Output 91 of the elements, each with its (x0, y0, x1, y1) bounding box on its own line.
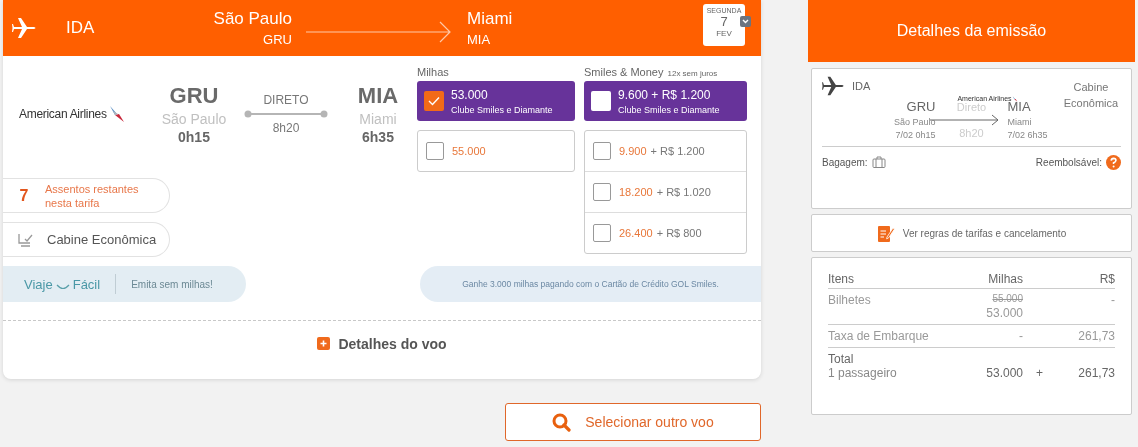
brand-text: Viaje (24, 276, 53, 292)
city-name: São Paulo (161, 111, 227, 128)
origin-code: GRU (263, 32, 292, 47)
checkbox[interactable] (593, 183, 611, 201)
plane-icon (12, 16, 38, 40)
cabin-label: Cabine Econômica (47, 232, 157, 248)
caret-icon (740, 16, 751, 27)
checkbox[interactable] (426, 142, 444, 160)
checkbox[interactable] (593, 142, 611, 160)
total-miles: 53.000 (985, 366, 1023, 380)
plane-icon (822, 75, 846, 97)
miles-value: 53.000 (451, 87, 489, 102)
search-icon (552, 412, 572, 432)
fare-price: 9.600 + R$ 1.200 (618, 87, 712, 102)
miles-value: 26.400 (619, 227, 653, 239)
fare-option[interactable]: 55.000 (418, 131, 574, 171)
origin-city: São Paulo (213, 9, 292, 29)
month-label: FEV (716, 29, 732, 38)
cabin-label: Cabine Econômica (1062, 80, 1120, 111)
seat-icon (17, 232, 33, 247)
airport-code: MIA (357, 83, 399, 110)
destination-city: Miami (467, 9, 513, 29)
promo-text: Emita sem milhas! (131, 278, 213, 290)
money-value: + R$ 1.200 (650, 145, 705, 157)
fare-option[interactable]: 53.000 Clube Smiles e Diamante (417, 81, 575, 121)
city-name: Miami (359, 111, 397, 128)
column-header: Itens (828, 272, 855, 286)
table-cell-text: Bilhetes (828, 293, 872, 307)
airport-code: GRU (169, 83, 219, 110)
miles-value: 18.200 (619, 186, 653, 198)
destination-code: MIA (467, 32, 492, 47)
installments-note: 12x sem juros (667, 69, 718, 78)
flight-datetime: 7/02 0h15 (895, 130, 936, 140)
duration-label: 8h20 (272, 121, 300, 136)
fare-column-label: Smiles & Money (584, 66, 664, 78)
document-edit-icon (876, 223, 895, 243)
brand-text: Fácil (72, 276, 101, 292)
day-number: 7 (720, 14, 728, 29)
flight-time: 0h15 (178, 129, 210, 146)
miles-value: 55.000 (452, 145, 486, 157)
city-name: Miami (1007, 117, 1033, 127)
table-cell-text: Taxa de Embarque (828, 329, 930, 343)
checkbox[interactable] (591, 91, 611, 111)
table-cell: 53.000 (986, 306, 1023, 320)
select-other-flight-button[interactable]: Selecionar outro voo (505, 403, 761, 441)
flight-details-link[interactable]: Detalhes do voo (3, 320, 761, 366)
fare-option[interactable]: 9.900 + R$ 1.200 (585, 131, 746, 171)
total-money: 261,73 (1077, 366, 1115, 380)
arrow-icon (306, 20, 452, 44)
promo-banner[interactable]: Viaje Fácil Emita sem milhas! (3, 266, 246, 302)
passenger-count: 1 passageiro (828, 366, 898, 380)
direction-label: IDA (852, 80, 871, 92)
column-header: R$ (1098, 272, 1115, 286)
promo-text: Ganhe 3.000 milhas pagando com o Cartão de Crédito GOL Smiles. (462, 279, 719, 289)
city-name: São Paulo (893, 117, 936, 127)
route-line-icon (244, 110, 328, 119)
fare-subtitle: Clube Smiles e Diamante (451, 104, 553, 115)
stops-label: DIRETO (263, 93, 309, 108)
table-cell-text: 261,73 (1077, 329, 1115, 343)
fare-rules-link[interactable]: Ver regras de tarifas e cancelamento (811, 214, 1132, 252)
fare-option[interactable]: 18.200 + R$ 1.020 (585, 171, 746, 212)
help-icon (1106, 154, 1121, 170)
fare-subtitle: Clube Smiles e Diamante (618, 104, 720, 115)
money-value: + R$ 800 (656, 227, 702, 239)
plus-icon (317, 337, 331, 350)
seat-count: 7 (18, 186, 30, 205)
checkmark-icon (428, 96, 440, 106)
refundable-label: Reembolsável: (1035, 156, 1102, 168)
checkbox[interactable] (593, 224, 611, 242)
plus-sign: + (1035, 366, 1043, 380)
total-label: Total (828, 352, 855, 366)
smile-icon (55, 283, 70, 291)
money-value: + R$ 1.020 (656, 186, 711, 198)
column-header: Milhas (987, 272, 1023, 286)
baggage-label: Bagagem: (822, 156, 868, 168)
table-cell: - (1019, 329, 1023, 343)
fare-option[interactable]: 9.600 + R$ 1.200 Clube Smiles e Diamante (584, 81, 747, 121)
seats-label: Assentos restantes nesta tarifa (45, 181, 140, 210)
flight-datetime: 7/02 6h35 (1007, 130, 1049, 140)
miles-value: 9.900 (619, 145, 647, 157)
fare-option[interactable]: 26.400 + R$ 800 (585, 212, 746, 253)
old-price: 55.000 (992, 293, 1023, 304)
airport-code: GRU (906, 99, 936, 114)
flight-time: 6h35 (362, 129, 394, 146)
checkbox[interactable] (424, 91, 444, 111)
summary-title: Detalhes da emissão (896, 22, 1047, 40)
table-cell-text: - (1110, 293, 1115, 307)
direction-label: IDA (66, 18, 95, 38)
fare-column-label: Milhas (417, 66, 450, 80)
suitcase-icon (871, 156, 886, 168)
airline-name: American Airlines (19, 107, 107, 122)
